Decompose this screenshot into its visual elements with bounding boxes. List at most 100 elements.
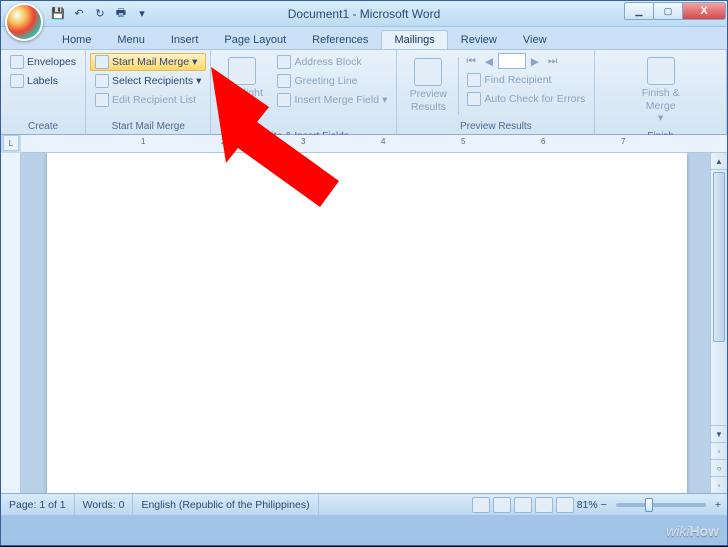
web-layout-view-button[interactable] (514, 497, 532, 513)
group-label: Start Mail Merge (90, 119, 206, 134)
zoom-value[interactable]: 81% (577, 499, 598, 511)
tab-mailings[interactable]: Mailings (381, 30, 447, 49)
label-icon (10, 74, 24, 88)
next-icon: ▶ (531, 56, 539, 68)
greeting-icon (277, 74, 291, 88)
finish-merge-button[interactable]: Finish & Merge▾ (634, 53, 688, 129)
prev-icon: ◀ (485, 56, 493, 68)
tab-references[interactable]: References (299, 30, 381, 49)
chevron-down-icon: ▾ (196, 75, 201, 87)
ruler-number: 1 (141, 137, 145, 146)
zoom-slider-thumb[interactable] (645, 498, 653, 512)
tab-page-layout[interactable]: Page Layout (211, 30, 299, 49)
tab-view[interactable]: View (510, 30, 560, 49)
group-preview-results: Preview Results ⏮ ◀ ▶ ⏭ Find Recipient A… (397, 50, 595, 134)
vertical-scrollbar[interactable]: ▲ ▼ ◦ ○ ◦ (710, 153, 727, 493)
first-record-button[interactable]: ⏮ (462, 53, 479, 70)
horizontal-ruler[interactable]: L 1 2 3 4 5 6 7 (21, 135, 727, 153)
vertical-ruler[interactable] (1, 153, 21, 493)
tab-insert[interactable]: Insert (158, 30, 212, 49)
group-write-insert: Highlight Merge Fields Address Block Gre… (211, 50, 397, 134)
save-icon[interactable]: 💾 (49, 5, 67, 23)
ruler-number: 6 (541, 137, 545, 146)
envelopes-button[interactable]: Envelopes (5, 53, 81, 71)
chevron-down-icon: ▾ (382, 94, 387, 106)
address-icon (277, 55, 291, 69)
check-icon (467, 92, 481, 106)
office-button[interactable] (5, 3, 43, 41)
address-block-button[interactable]: Address Block (272, 53, 392, 71)
document-page[interactable] (47, 153, 687, 493)
window-controls: ▁ ▢ X (625, 2, 726, 20)
zoom-out-button[interactable]: − (601, 499, 607, 511)
tab-home[interactable]: Home (49, 30, 104, 49)
ruler-number: 7 (621, 137, 625, 146)
tab-review[interactable]: Review (448, 30, 510, 49)
print-layout-view-button[interactable] (472, 497, 490, 513)
scroll-thumb[interactable] (713, 172, 725, 342)
document-canvas[interactable] (21, 153, 710, 493)
outline-view-button[interactable] (535, 497, 553, 513)
language-status[interactable]: English (Republic of the Philippines) (133, 494, 318, 515)
last-record-button[interactable]: ⏭ (544, 53, 561, 70)
next-record-button[interactable]: ▶ (527, 53, 543, 70)
prev-page-button[interactable]: ◦ (711, 442, 727, 459)
print-icon[interactable]: 🖶 (112, 5, 130, 23)
start-merge-icon (95, 55, 109, 69)
redo-icon[interactable]: ↻ (91, 5, 109, 23)
chevron-down-icon: ▾ (658, 112, 663, 125)
maximize-button[interactable]: ▢ (653, 2, 683, 20)
app-window: 💾 ↶ ↻ 🖶 ▾ Document1 - Microsoft Word ▁ ▢… (0, 0, 728, 546)
group-finish: Finish & Merge▾ Finish (595, 50, 727, 134)
find-recipient-button[interactable]: Find Recipient (462, 71, 590, 89)
watermark: wikiHow (666, 523, 719, 539)
scroll-up-button[interactable]: ▲ (711, 153, 727, 170)
draft-view-button[interactable] (556, 497, 574, 513)
prev-record-button[interactable]: ◀ (481, 53, 497, 70)
full-screen-view-button[interactable] (493, 497, 511, 513)
scroll-down-button[interactable]: ▼ (711, 425, 727, 442)
insert-merge-field-button[interactable]: Insert Merge Field▾ (272, 91, 392, 109)
record-number-input[interactable] (498, 53, 526, 69)
edit-list-icon (95, 93, 109, 107)
greeting-line-button[interactable]: Greeting Line (272, 72, 392, 90)
separator (458, 57, 459, 115)
ruler-number: 4 (381, 137, 385, 146)
finish-icon (647, 57, 675, 85)
last-icon: ⏭ (548, 55, 557, 68)
highlight-merge-fields-button[interactable]: Highlight Merge Fields (215, 53, 269, 129)
recipients-icon (95, 74, 109, 88)
ruler-number: 3 (301, 137, 305, 146)
page-status[interactable]: Page: 1 of 1 (1, 494, 75, 515)
group-label: Preview Results (401, 119, 590, 134)
next-page-button[interactable]: ◦ (711, 476, 727, 493)
chevron-down-icon: ▾ (192, 56, 197, 68)
labels-button[interactable]: Labels (5, 72, 81, 90)
quick-access-toolbar: 💾 ↶ ↻ 🖶 ▾ (49, 5, 151, 23)
scroll-track[interactable] (711, 170, 727, 425)
customize-icon[interactable]: ▾ (133, 5, 151, 23)
tab-selector[interactable]: L (3, 135, 19, 151)
ribbon: Envelopes Labels Create Start Mail Merge… (1, 49, 727, 135)
field-icon (277, 93, 291, 107)
start-mail-merge-button[interactable]: Start Mail Merge▾ (90, 53, 206, 71)
status-right: 81% − + (466, 497, 727, 513)
undo-icon[interactable]: ↶ (70, 5, 88, 23)
group-create: Envelopes Labels Create (1, 50, 86, 134)
zoom-in-button[interactable]: + (715, 499, 721, 511)
tab-menu[interactable]: Menu (104, 30, 158, 49)
auto-check-errors-button[interactable]: Auto Check for Errors (462, 90, 590, 108)
preview-results-button[interactable]: Preview Results (401, 53, 455, 119)
first-icon: ⏮ (466, 55, 475, 68)
words-status[interactable]: Words: 0 (75, 494, 134, 515)
edit-recipient-list-button[interactable]: Edit Recipient List (90, 91, 206, 109)
browse-object-button[interactable]: ○ (711, 459, 727, 476)
select-recipients-button[interactable]: Select Recipients▾ (90, 72, 206, 90)
close-button[interactable]: X (682, 2, 726, 20)
minimize-button[interactable]: ▁ (624, 2, 654, 20)
highlight-icon (228, 57, 256, 85)
zoom-slider[interactable] (616, 503, 706, 507)
ruler-number: 5 (461, 137, 465, 146)
titlebar: 💾 ↶ ↻ 🖶 ▾ Document1 - Microsoft Word ▁ ▢… (1, 1, 727, 27)
group-start-mail-merge: Start Mail Merge▾ Select Recipients▾ Edi… (86, 50, 211, 134)
